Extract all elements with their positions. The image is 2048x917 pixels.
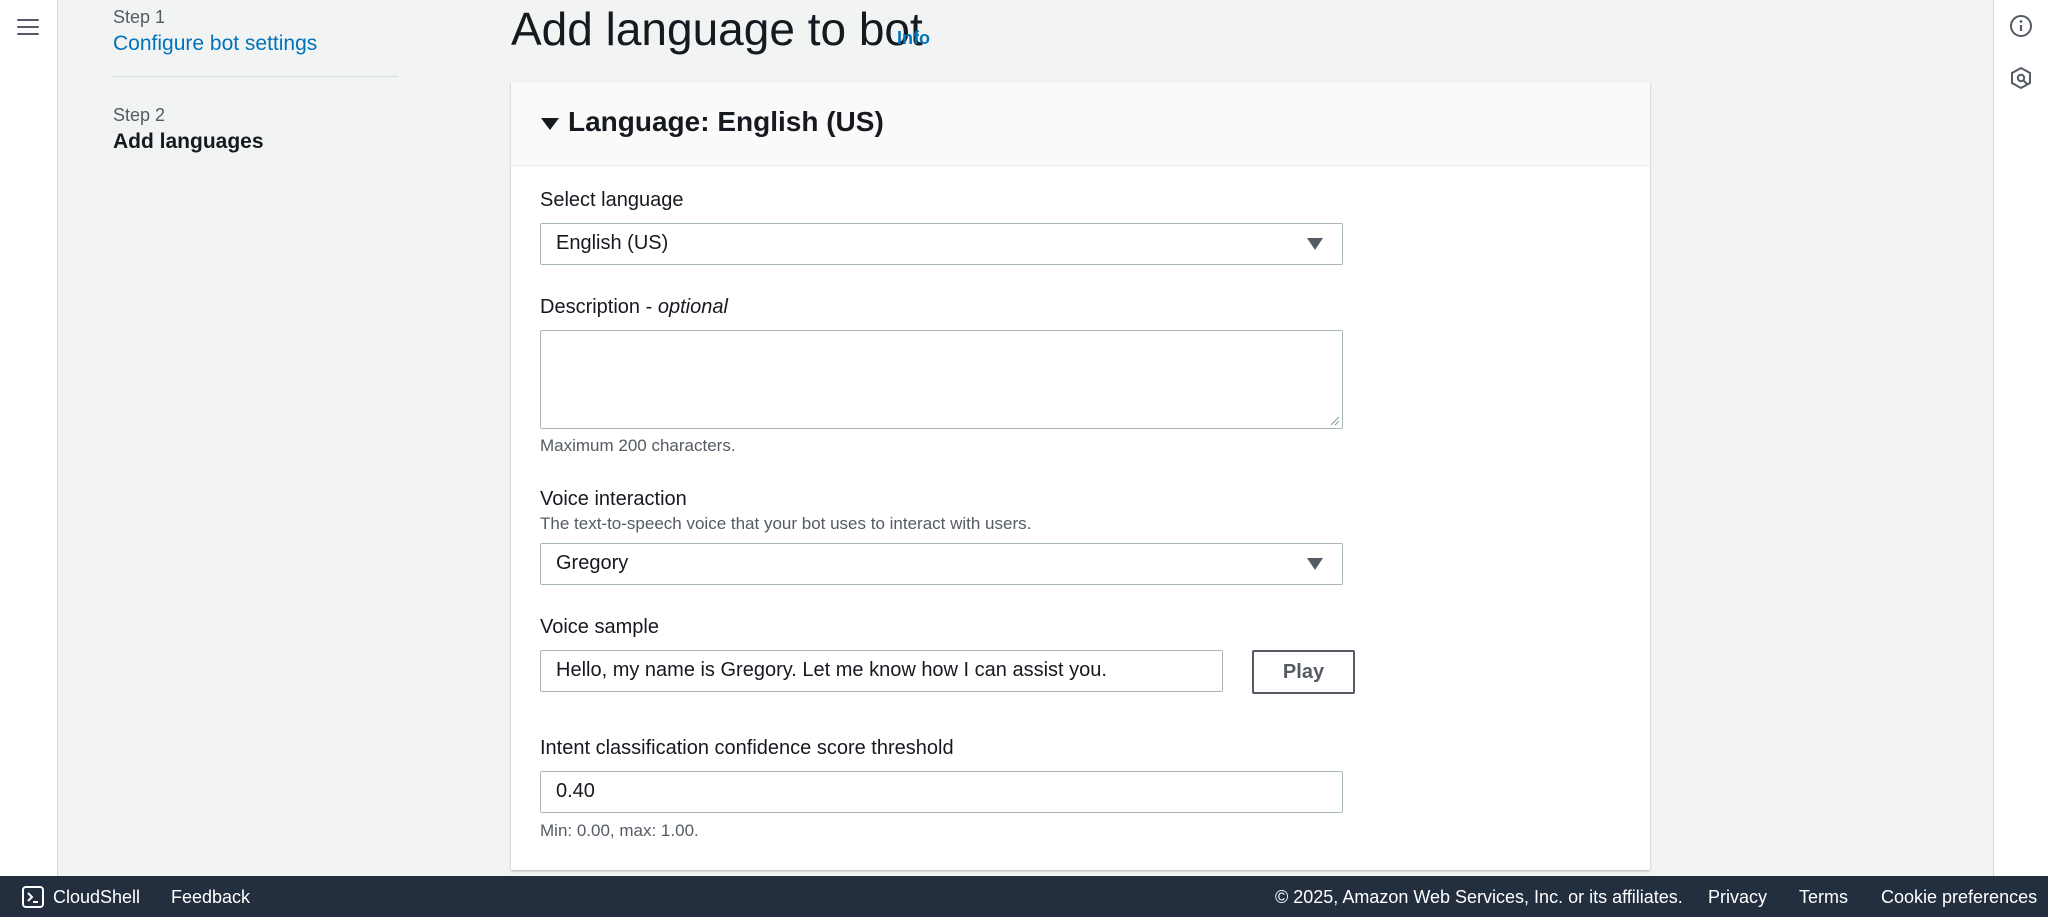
privacy-link[interactable]: Privacy xyxy=(1708,887,1767,908)
footer-bar: CloudShell Feedback © 2025, Amazon Web S… xyxy=(0,876,2048,917)
dropdown-arrow-icon xyxy=(1307,558,1323,570)
voice-interaction-value: Gregory xyxy=(556,552,629,574)
description-hint: Maximum 200 characters. xyxy=(540,436,736,455)
confidence-threshold-value: 0.40 xyxy=(556,780,595,802)
step-2-current-label: Add languages xyxy=(113,130,264,153)
select-language-value: English (US) xyxy=(556,232,669,254)
voice-interaction-dropdown[interactable]: Gregory xyxy=(540,543,1343,585)
select-language-dropdown[interactable]: English (US) xyxy=(540,223,1343,265)
resize-grip-icon[interactable] xyxy=(1330,416,1340,426)
cloudshell-link[interactable]: CloudShell xyxy=(53,887,140,908)
confidence-threshold-input[interactable]: 0.40 xyxy=(540,771,1343,813)
step-1-link[interactable]: Configure bot settings xyxy=(113,32,398,56)
voice-sample-value: Hello, my name is Gregory. Let me know h… xyxy=(556,659,1107,681)
step-1-number: Step 1 xyxy=(113,7,166,27)
confidence-threshold-hint: Min: 0.00, max: 1.00. xyxy=(540,821,699,840)
description-label-text: Description - xyxy=(540,296,653,318)
hamburger-menu-icon[interactable] xyxy=(17,19,39,37)
feedback-link[interactable]: Feedback xyxy=(171,887,250,908)
language-panel: Language: English (US) Select language E… xyxy=(511,82,1650,870)
voice-interaction-description: The text-to-speech voice that your bot u… xyxy=(540,514,1032,533)
info-link[interactable]: Info xyxy=(897,28,930,49)
description-label: Description - optional xyxy=(540,296,728,319)
voice-sample-label: Voice sample xyxy=(540,616,659,638)
play-button[interactable]: Play xyxy=(1252,650,1355,694)
wizard-steps: Step 1 Configure bot settings Step 2 Add… xyxy=(113,0,398,154)
description-optional-text: optional xyxy=(657,296,728,318)
voice-interaction-label: Voice interaction xyxy=(540,488,687,510)
info-circle-icon[interactable] xyxy=(2009,14,2033,38)
hexagon-settings-icon[interactable] xyxy=(2009,66,2033,90)
page-title: Add language to bot xyxy=(511,3,923,55)
cookie-preferences-link[interactable]: Cookie preferences xyxy=(1881,887,2037,908)
right-utility-rail xyxy=(1993,0,2048,876)
step-divider xyxy=(113,76,398,77)
left-navigation-rail xyxy=(0,0,58,876)
panel-title: Language: English (US) xyxy=(568,106,884,137)
step-2-number: Step 2 xyxy=(113,105,166,125)
confidence-threshold-label: Intent classification confidence score t… xyxy=(540,737,954,759)
terminal-icon[interactable] xyxy=(22,886,44,908)
select-language-label: Select language xyxy=(540,189,684,211)
dropdown-arrow-icon xyxy=(1307,238,1323,250)
terms-link[interactable]: Terms xyxy=(1799,887,1848,908)
copyright-text: © 2025, Amazon Web Services, Inc. or its… xyxy=(1275,887,1683,907)
voice-sample-input[interactable]: Hello, my name is Gregory. Let me know h… xyxy=(540,650,1223,692)
caret-down-icon xyxy=(541,118,559,130)
description-textarea[interactable] xyxy=(540,330,1343,429)
language-panel-header[interactable]: Language: English (US) xyxy=(511,82,1650,166)
